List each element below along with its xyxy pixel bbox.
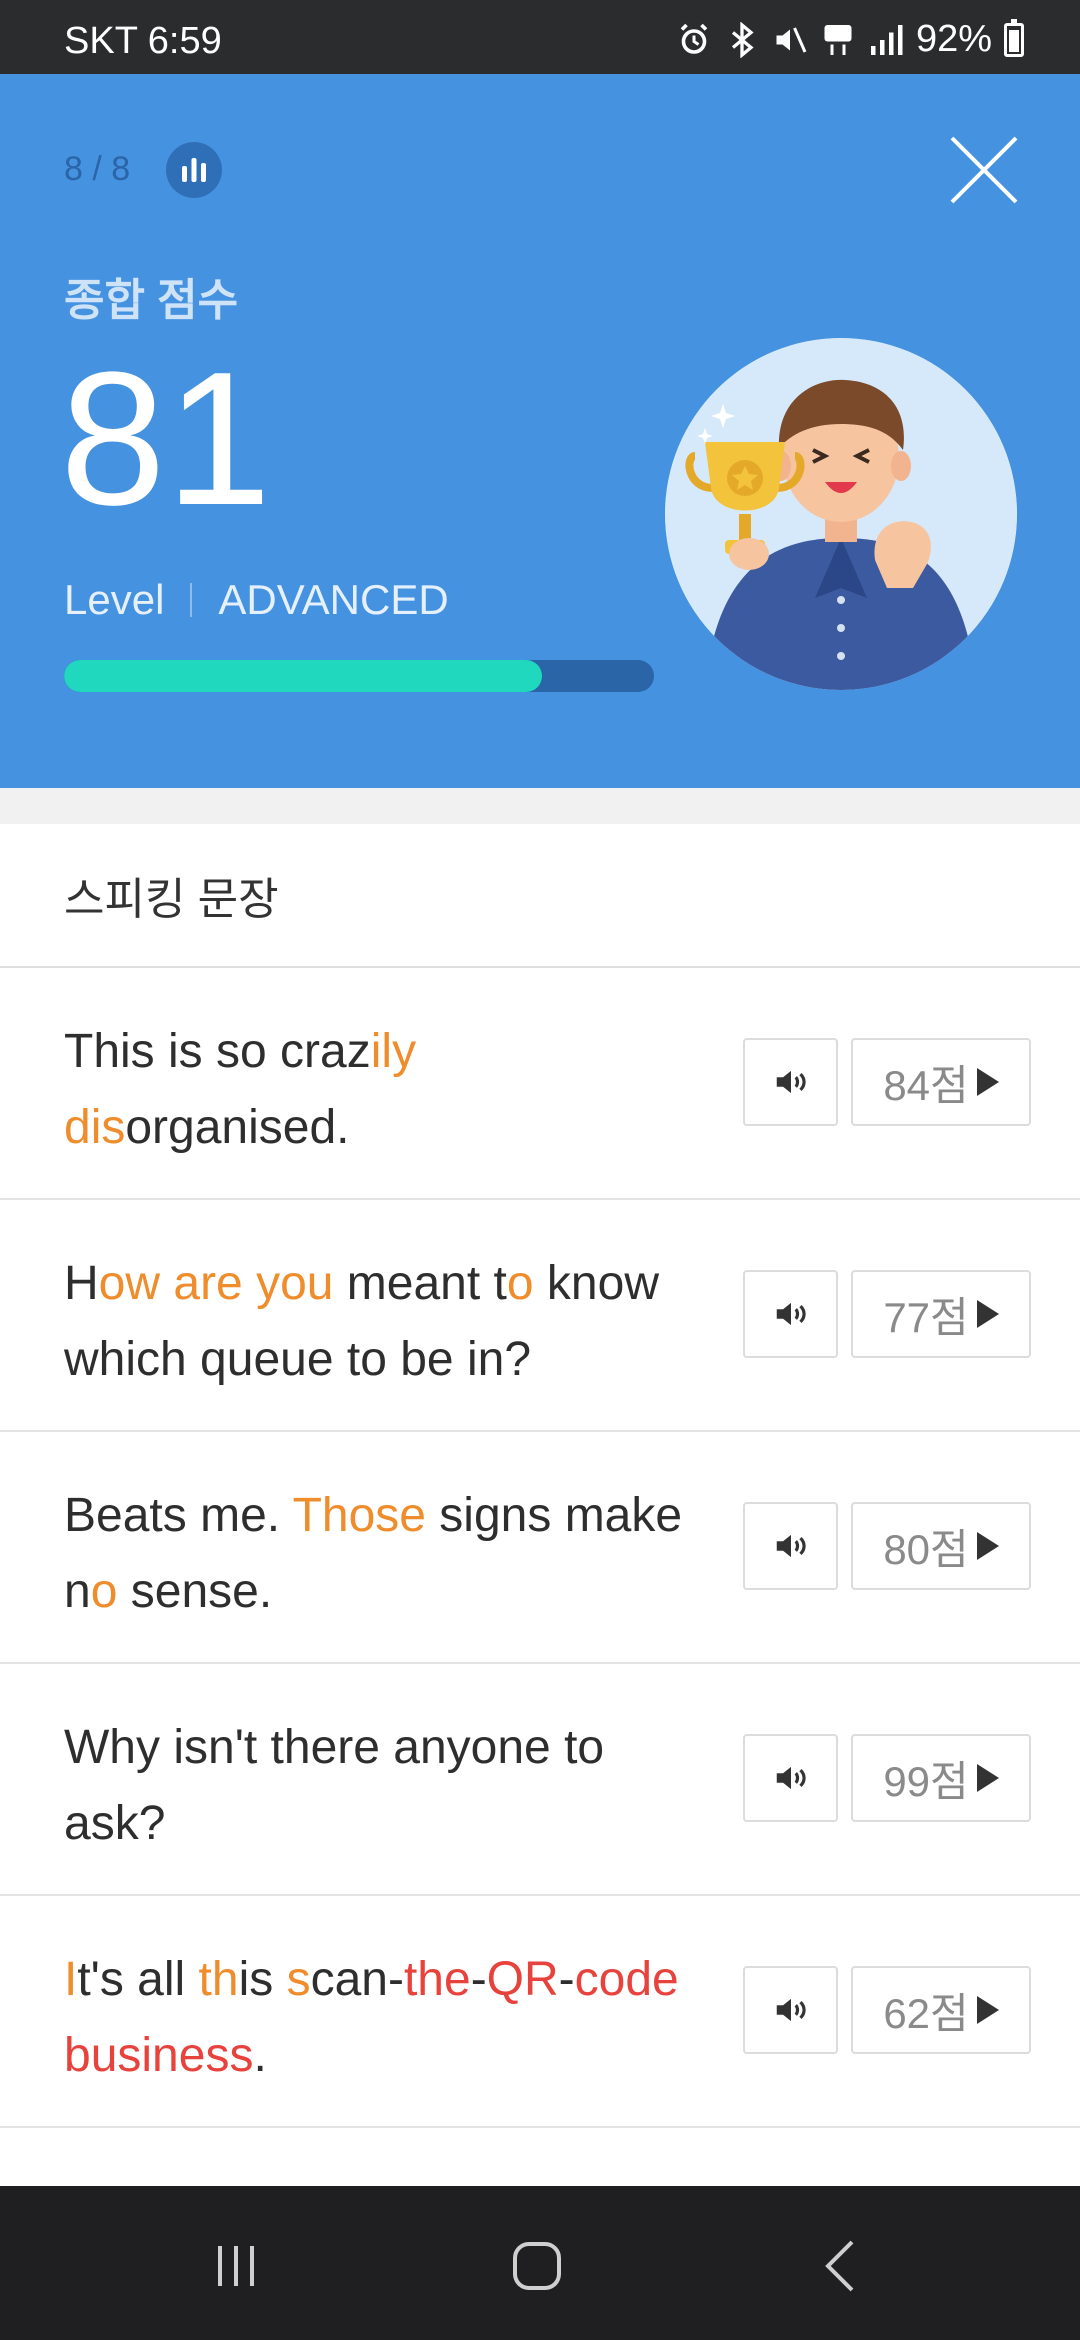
score-play-button[interactable]: 99점 [851, 1734, 1031, 1822]
sentence-row: This is so crazily disorganised. 84점 [0, 968, 1080, 1200]
sentence-segment: meant t [333, 1257, 507, 1310]
bluetooth-icon [731, 21, 754, 58]
close-icon [950, 136, 1018, 204]
home-button[interactable] [497, 2226, 577, 2306]
score-play-button[interactable]: 84점 [851, 1038, 1031, 1126]
sentence-segment: QR [486, 1953, 559, 2006]
sentence-segment: I [64, 1953, 78, 2006]
sentence-segment: Why isn't there anyone to ask? [64, 1721, 605, 1850]
level-value: ADVANCED [218, 576, 449, 623]
speaker-button[interactable] [743, 1502, 838, 1590]
sentence-row: Beats me. Those signs make no sense. 80점 [0, 1432, 1080, 1664]
score-play-button[interactable]: 77점 [851, 1270, 1031, 1358]
sentence-score: 62점 [883, 1989, 969, 2037]
level-separator [190, 583, 193, 617]
avatar-trophy-illustration [665, 338, 1017, 690]
mute-icon [776, 26, 807, 53]
speaker-icon [776, 1070, 806, 1094]
trophy-character-icon [665, 338, 1017, 690]
speaker-button[interactable] [743, 1270, 838, 1358]
home-icon [513, 2242, 561, 2290]
status-icons: 92% [676, 18, 1024, 61]
sentence-text: Beats me. Those signs make no sense. [64, 1478, 714, 1630]
sentence-segment: dis [64, 1101, 126, 1154]
section-title: 스피킹 문장 [0, 824, 1080, 968]
sentence-segment: - [558, 1953, 575, 2006]
sentence-segment: - [470, 1953, 487, 2006]
stats-button[interactable] [166, 142, 222, 198]
score-play-button[interactable]: 80점 [851, 1502, 1031, 1590]
sentence-score: 99점 [883, 1757, 969, 1805]
speaker-button[interactable] [743, 1966, 838, 2054]
sentence-score: 77점 [883, 1293, 969, 1341]
sentence-segment: Beats me. [64, 1489, 293, 1542]
sentence-text: It's all this scan-the-QR-code business. [64, 1942, 714, 2094]
sentence-segment: . [253, 2029, 267, 2082]
5g-icon [824, 24, 852, 55]
level-progress-fill [64, 660, 542, 692]
close-button[interactable] [946, 132, 1022, 208]
sentence-text: This is so crazily disorganised. [64, 1014, 714, 1166]
level-progress-bar [64, 660, 654, 692]
sentence-segment: Those [292, 1489, 426, 1542]
sentence-segment: can- [310, 1953, 404, 2006]
score-value: 81 [60, 333, 272, 545]
speaker-button[interactable] [743, 1734, 838, 1822]
back-icon [825, 2240, 854, 2292]
sentence-segment: ow are you [98, 1257, 334, 1310]
sentence-segment: sense. [117, 1565, 273, 1618]
battery-percent: 92% [915, 18, 992, 60]
sentence-segment: th [198, 1953, 239, 2006]
sentence-score: 84점 [883, 1061, 969, 1109]
play-icon [976, 1068, 999, 1096]
play-icon [976, 1532, 999, 1560]
score-play-button[interactable]: 62점 [851, 1966, 1031, 2054]
level-label: Level [64, 576, 165, 623]
sentence-segment: the [403, 1953, 471, 2006]
recent-apps-button[interactable] [196, 2226, 276, 2306]
sentence-row: Why isn't there anyone to ask? 99점 [0, 1664, 1080, 1896]
sentence-list: 스피킹 문장 This is so crazily disorganised. … [0, 824, 1080, 2340]
signal-icon [870, 24, 903, 55]
status-bar: SKT 6:59 92% [0, 0, 1080, 74]
navigation-bar [0, 2186, 1080, 2340]
sentence-segment: is [238, 1953, 287, 2006]
alarm-icon [680, 23, 708, 54]
recent-apps-icon [218, 2246, 254, 2286]
play-icon [976, 1764, 999, 1792]
play-icon [976, 1300, 999, 1328]
sentence-score: 80점 [883, 1525, 969, 1573]
battery-icon [1004, 18, 1024, 57]
level-row: Level ADVANCED [64, 576, 449, 624]
sentence-text: Why isn't there anyone to ask? [64, 1710, 714, 1862]
sentence-segment: This is so craz [64, 1025, 371, 1078]
back-button[interactable] [802, 2226, 882, 2306]
speaker-icon [776, 1766, 806, 1790]
speaker-icon [776, 1302, 806, 1326]
bar-chart-icon [182, 158, 206, 182]
sentence-segment: o [506, 1257, 534, 1310]
progress-counter: 8 / 8 [64, 150, 131, 188]
speaker-icon [776, 1998, 806, 2022]
score-title: 종합 점수 [64, 276, 239, 325]
app-screen: SKT 6:59 92% 8 / 8 종합 점수 81 Level ADVANC… [0, 0, 1080, 2340]
speaker-button[interactable] [743, 1038, 838, 1126]
sentence-segment: ily [370, 1025, 417, 1078]
carrier-time: SKT 6:59 [64, 20, 222, 62]
sentence-segment: s [286, 1953, 311, 2006]
sentence-segment: o [90, 1565, 118, 1618]
section-divider [0, 788, 1080, 824]
score-header: 8 / 8 종합 점수 81 Level ADVANCED [0, 74, 1080, 788]
sentence-segment: t's all [77, 1953, 199, 2006]
speaker-icon [776, 1534, 806, 1558]
sentence-row: It's all this scan-the-QR-code business.… [0, 1896, 1080, 2128]
sentence-text: How are you meant to know which queue to… [64, 1246, 714, 1398]
play-icon [976, 1996, 999, 2024]
sentence-segment: organised. [125, 1101, 350, 1154]
sentence-row: How are you meant to know which queue to… [0, 1200, 1080, 1432]
sentence-segment: H [64, 1257, 99, 1310]
